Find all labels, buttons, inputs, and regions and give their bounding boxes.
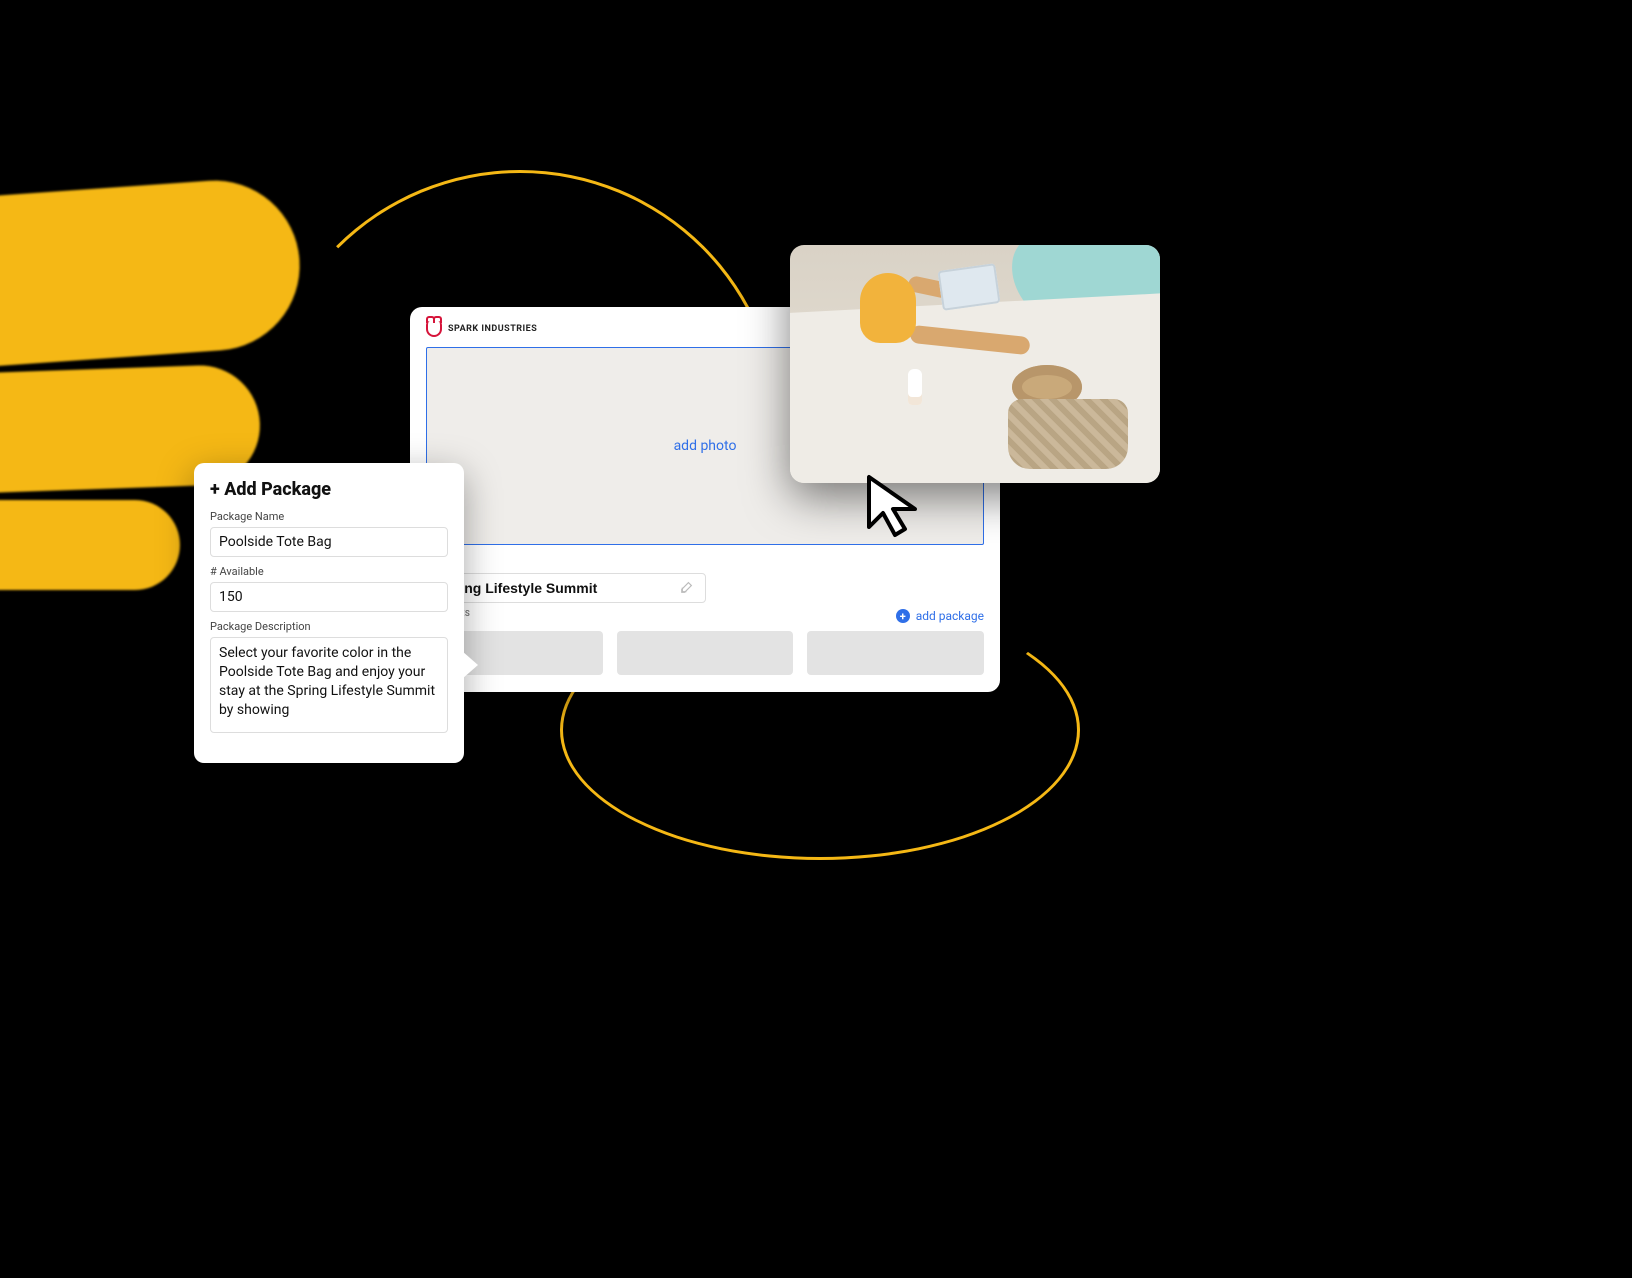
package-slot[interactable] bbox=[807, 631, 984, 675]
available-label: # Available bbox=[210, 565, 448, 578]
decorative-blob bbox=[0, 175, 305, 375]
brand-logo-icon bbox=[426, 321, 442, 337]
package-slots bbox=[426, 631, 984, 675]
plus-circle-icon: + bbox=[896, 609, 910, 623]
add-package-label: add package bbox=[916, 609, 984, 623]
cursor-icon bbox=[865, 473, 929, 543]
edit-icon[interactable] bbox=[680, 580, 694, 594]
add-photo-label: add photo bbox=[674, 438, 737, 454]
add-package-popover: + Add Package Package Name # Available P… bbox=[194, 463, 464, 763]
photo-bottle-shape bbox=[908, 369, 922, 405]
package-name-input[interactable] bbox=[210, 527, 448, 557]
package-description-textarea[interactable] bbox=[210, 637, 448, 733]
photo-tote-shape bbox=[1008, 399, 1128, 469]
event-name-section-label: NAME bbox=[426, 559, 984, 568]
brand-name: SPARK INDUSTRIES bbox=[448, 324, 537, 334]
popover-title: + Add Package bbox=[210, 479, 448, 500]
decorative-blob bbox=[0, 500, 180, 590]
photo-preview-card[interactable] bbox=[790, 245, 1160, 483]
package-name-label: Package Name bbox=[210, 510, 448, 523]
package-description-label: Package Description bbox=[210, 620, 448, 633]
event-name-input[interactable] bbox=[426, 573, 706, 603]
add-package-button[interactable]: + add package bbox=[896, 609, 984, 623]
photo-person-shape bbox=[820, 253, 970, 393]
available-input[interactable] bbox=[210, 582, 448, 612]
package-slot[interactable] bbox=[617, 631, 794, 675]
